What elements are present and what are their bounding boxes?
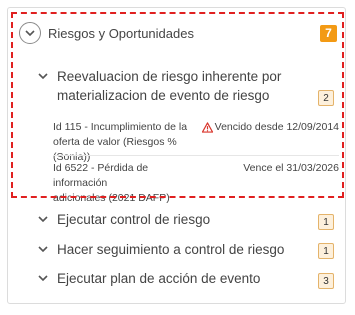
chevron-down-icon bbox=[38, 246, 48, 253]
task-due-date: Vence el 31/03/2026 bbox=[243, 162, 339, 174]
section-title: Reevaluacion de riesgo inherente por mat… bbox=[57, 69, 282, 103]
chevron-down-icon bbox=[38, 73, 48, 80]
task-item[interactable]: Id 6522 - Pérdida de información adicion… bbox=[53, 161, 339, 204]
card-count-badge: 7 bbox=[320, 24, 337, 42]
task-name: Id 115 - Incumplimiento de la oferta de … bbox=[53, 121, 188, 163]
chevron-down-icon bbox=[25, 29, 35, 36]
section-plan-accion[interactable]: Ejecutar plan de acción de evento bbox=[37, 269, 260, 288]
section-title: Ejecutar plan de acción de evento bbox=[57, 271, 261, 286]
chevron-down-icon bbox=[38, 275, 48, 282]
section-ejecutar-control[interactable]: Ejecutar control de riesgo bbox=[37, 210, 210, 229]
section-count-badge: 3 bbox=[318, 273, 334, 289]
section-seguimiento-control[interactable]: Hacer seguimiento a control de riesgo bbox=[37, 240, 284, 259]
section-reevaluacion[interactable]: Reevaluacion de riesgo inherente por mat… bbox=[37, 67, 281, 105]
card-title: Riesgos y Oportunidades bbox=[48, 25, 194, 41]
section-count-badge: 2 bbox=[318, 90, 334, 106]
section-title: Hacer seguimiento a control de riesgo bbox=[57, 242, 285, 257]
task-item[interactable]: Id 115 - Incumplimiento de la oferta de … bbox=[53, 120, 339, 163]
section-count-badge: 1 bbox=[318, 214, 334, 230]
card-header-riesgos[interactable]: Riesgos y Oportunidades 7 bbox=[19, 20, 337, 46]
chevron-down-icon bbox=[38, 216, 48, 223]
collapse-toggle-button[interactable] bbox=[19, 22, 41, 44]
section-title: Ejecutar control de riesgo bbox=[57, 212, 211, 227]
warning-icon bbox=[201, 122, 213, 133]
section-count-badge: 1 bbox=[318, 243, 334, 259]
task-name: Id 6522 - Pérdida de información adicion… bbox=[53, 162, 170, 204]
task-divider bbox=[53, 155, 339, 156]
task-due-date: Vencido desde 12/09/2014 bbox=[201, 120, 339, 135]
